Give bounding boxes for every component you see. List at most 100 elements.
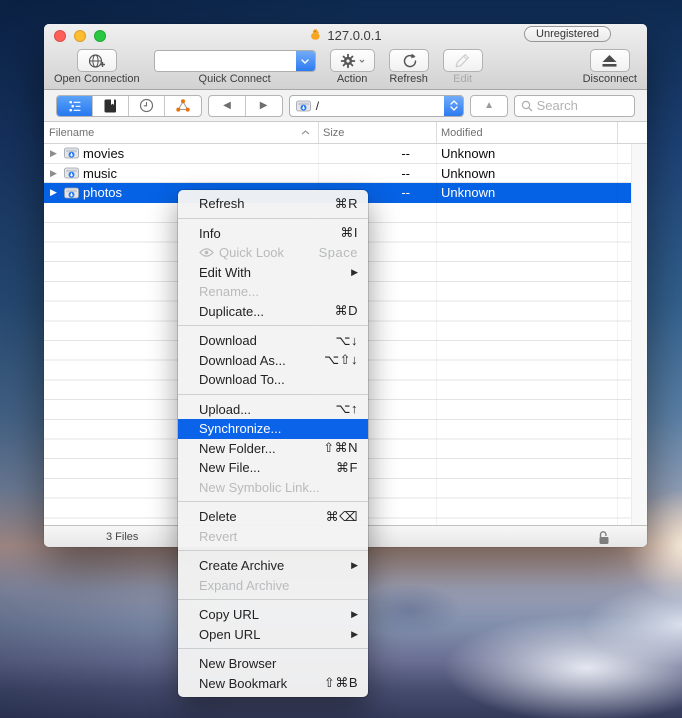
forward-arrow-icon: ▶ <box>260 100 268 111</box>
eject-icon <box>601 54 618 68</box>
menu-item-label: Download <box>199 333 331 348</box>
menu-item-copy-url[interactable]: Copy URL ▶ <box>178 605 368 625</box>
path-stepper-button[interactable] <box>444 96 463 116</box>
window-title: 127.0.0.1 <box>309 28 381 43</box>
menu-item-create-archive[interactable]: Create Archive ▶ <box>178 556 368 576</box>
menu-item-shortcut: ⇧⌘N <box>323 440 358 456</box>
window-header: 127.0.0.1 Unregistered <box>44 24 647 90</box>
toolbar: Open Connection Quick Connect <box>44 47 647 89</box>
menu-separator <box>178 501 368 502</box>
disclosure-triangle-icon[interactable]: ▶ <box>50 168 60 179</box>
menu-item-revert[interactable]: Revert ▶ <box>178 527 368 547</box>
menu-item-new-symbolic-link[interactable]: New Symbolic Link... ▶ <box>178 478 368 498</box>
menu-item-info[interactable]: Info ⌘I ▶ <box>178 224 368 244</box>
file-size: -- <box>318 146 436 161</box>
pencil-icon <box>455 53 470 68</box>
column-divider[interactable] <box>436 122 437 143</box>
forward-button[interactable]: ▶ <box>246 96 282 116</box>
disconnect-tool[interactable]: Disconnect <box>583 49 637 85</box>
menu-item-new-folder[interactable]: New Folder... ⇧⌘N ▶ <box>178 439 368 459</box>
column-header-size[interactable]: Size <box>318 127 436 139</box>
menu-item-new-browser[interactable]: New Browser ▶ <box>178 654 368 674</box>
path-content: / <box>290 96 445 116</box>
table-row-movies[interactable]: ▶ movies -- Unknown <box>44 144 631 164</box>
menu-item-quick-look[interactable]: Quick Look Space ▶ <box>178 243 368 263</box>
sort-ascending-icon <box>301 130 310 135</box>
menu-item-label: Upload... <box>199 402 331 417</box>
menu-item-expand-archive[interactable]: Expand Archive ▶ <box>178 576 368 596</box>
chevron-down-icon <box>359 59 365 63</box>
edit-button[interactable] <box>443 49 483 72</box>
titlebar[interactable]: 127.0.0.1 Unregistered <box>44 24 647 47</box>
menu-item-download-as[interactable]: Download As... ⌥⇧↓ ▶ <box>178 351 368 371</box>
disclosure-triangle-icon[interactable]: ▶ <box>50 187 60 198</box>
history-button[interactable] <box>129 96 165 116</box>
submenu-arrow-icon: ▶ <box>351 560 358 571</box>
menu-separator <box>178 394 368 395</box>
menu-item-rename[interactable]: Rename... ▶ <box>178 282 368 302</box>
go-up-button[interactable]: ▲ <box>470 95 507 117</box>
menu-item-shortcut: ⌥↑ <box>336 401 358 417</box>
action-label: Action <box>337 73 368 85</box>
close-window-button[interactable] <box>54 30 66 42</box>
file-size: -- <box>318 166 436 181</box>
edit-label: Edit <box>453 73 472 85</box>
menu-item-delete[interactable]: Delete ⌘⌫ ▶ <box>178 507 368 527</box>
menu-item-download[interactable]: Download ⌥↓ ▶ <box>178 331 368 351</box>
edit-tool: Edit <box>443 49 483 85</box>
search-field[interactable] <box>514 95 635 117</box>
chevron-down-icon <box>301 59 309 64</box>
menu-item-upload[interactable]: Upload... ⌥↑ ▶ <box>178 400 368 420</box>
disclosure-triangle-icon[interactable]: ▶ <box>50 148 60 159</box>
browser-navbar: ◀ ▶ / <box>44 90 647 122</box>
table-row-music[interactable]: ▶ music -- Unknown <box>44 164 631 184</box>
refresh-button[interactable] <box>389 49 429 72</box>
minimize-window-button[interactable] <box>74 30 86 42</box>
submenu-arrow-icon: ▶ <box>351 629 358 640</box>
menu-item-synchronize[interactable]: Synchronize... ▶ <box>178 419 368 439</box>
filename-cell: ▶ music <box>44 166 318 181</box>
menu-item-shortcut: ⌥⇧↓ <box>324 352 358 368</box>
refresh-tool[interactable]: Refresh <box>389 49 429 85</box>
search-input[interactable] <box>537 98 628 113</box>
quick-look-eye-icon <box>199 248 214 257</box>
bonjour-button[interactable] <box>165 96 201 116</box>
quick-connect-combobox[interactable] <box>154 50 316 72</box>
disconnect-label: Disconnect <box>583 73 637 85</box>
menu-item-new-file[interactable]: New File... ⌘F ▶ <box>178 458 368 478</box>
menu-item-label: Synchronize... <box>199 421 353 436</box>
menu-separator <box>178 648 368 649</box>
menu-item-label: Create Archive <box>199 558 341 573</box>
clock-icon <box>139 98 154 113</box>
action-tool[interactable]: Action <box>330 49 375 85</box>
vertical-scrollbar-track[interactable] <box>631 144 647 525</box>
quick-connect-input[interactable] <box>155 51 296 71</box>
menu-item-download-to[interactable]: Download To... ▶ <box>178 370 368 390</box>
column-header-modified[interactable]: Modified <box>436 127 617 139</box>
zoom-window-button[interactable] <box>94 30 106 42</box>
menu-item-new-bookmark[interactable]: New Bookmark ⇧⌘B ▶ <box>178 674 368 694</box>
file-modified: Unknown <box>436 166 631 181</box>
menu-item-open-url[interactable]: Open URL ▶ <box>178 625 368 645</box>
quick-connect-dropdown-button[interactable] <box>296 51 315 71</box>
bookmark-book-icon <box>104 98 117 113</box>
menu-item-edit-with[interactable]: Edit With ▶ <box>178 263 368 283</box>
unregistered-badge[interactable]: Unregistered <box>524 26 611 42</box>
column-header-filename[interactable]: Filename <box>44 127 318 139</box>
disconnect-button[interactable] <box>590 49 630 72</box>
action-button[interactable] <box>330 49 375 72</box>
outline-view-button[interactable] <box>57 96 93 116</box>
open-connection-tool[interactable]: Open Connection <box>54 49 140 85</box>
menu-item-shortcut: ⌘I <box>340 225 358 241</box>
back-button[interactable]: ◀ <box>209 96 245 116</box>
open-connection-button[interactable] <box>77 49 117 72</box>
path-combobox[interactable]: / <box>289 95 465 117</box>
remote-folder-icon <box>64 167 79 179</box>
menu-item-refresh[interactable]: Refresh ⌘R ▶ <box>178 194 368 214</box>
column-divider[interactable] <box>318 122 319 143</box>
bookmarks-button[interactable] <box>93 96 129 116</box>
column-divider[interactable] <box>617 122 618 143</box>
quick-connect-tool[interactable]: Quick Connect <box>154 49 316 85</box>
remote-folder-icon <box>296 100 311 112</box>
menu-item-duplicate[interactable]: Duplicate... ⌘D ▶ <box>178 302 368 322</box>
